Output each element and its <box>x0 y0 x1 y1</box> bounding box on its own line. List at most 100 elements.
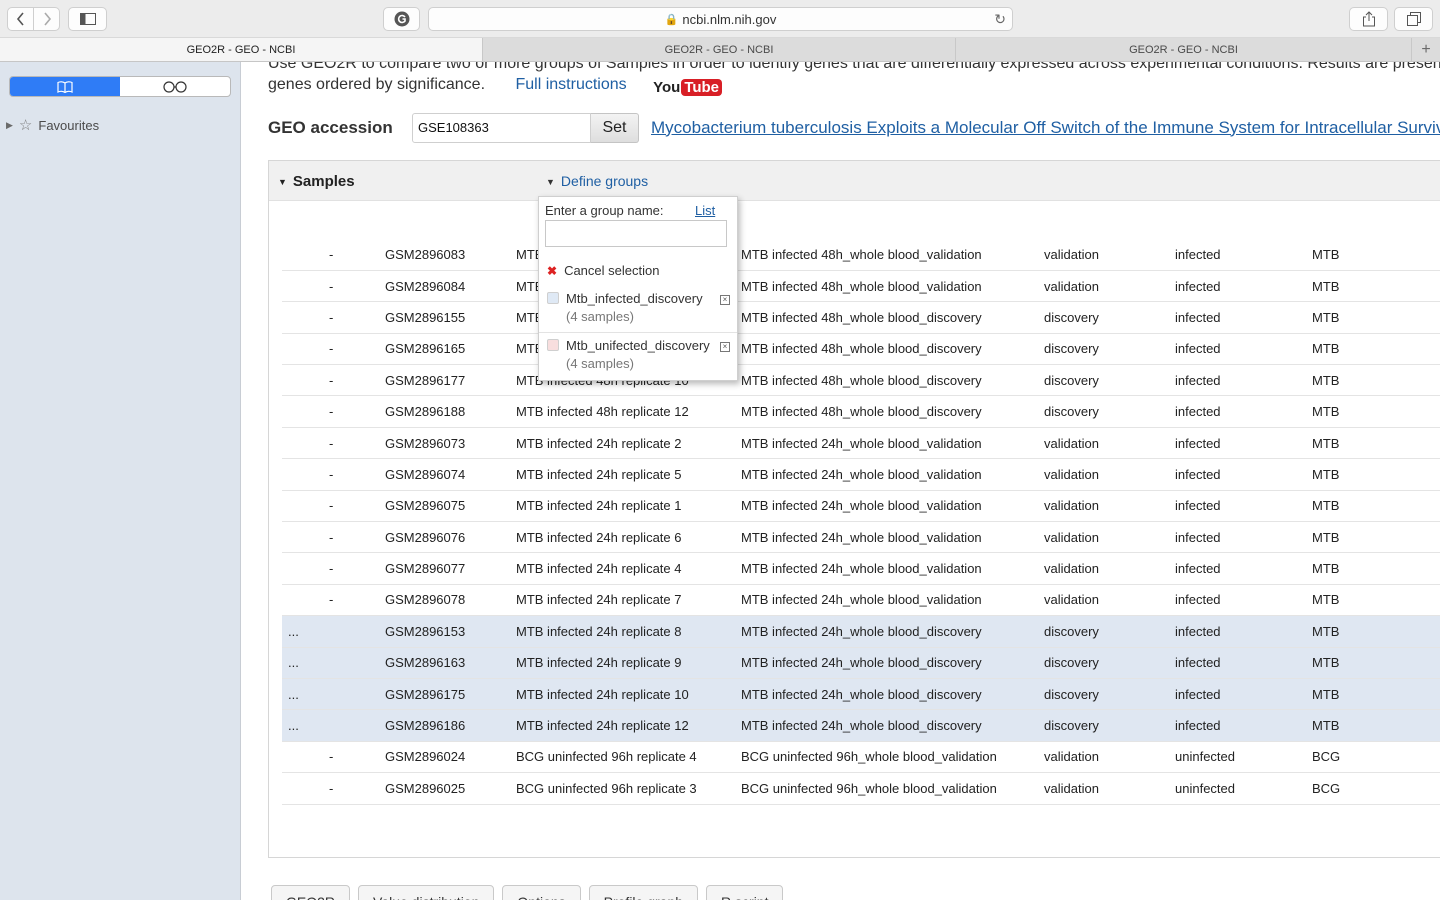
table-row[interactable]: ... GSM2896186 MTB infected 24h replicate … <box>282 709 1440 742</box>
delete-box-icon[interactable]: × <box>720 342 730 352</box>
sample-status: infected <box>1170 427 1307 460</box>
sample-set: validation <box>1039 239 1170 271</box>
sample-accession: GSM2896188 <box>380 395 511 428</box>
intro-text: Use GEO2R to compare two or more groups … <box>268 62 1440 98</box>
define-groups-toggle[interactable]: ▼ Define groups <box>546 173 648 189</box>
sample-status: infected <box>1170 458 1307 491</box>
sample-source: MTB infected 48h_whole blood_discovery <box>736 333 1039 366</box>
table-row[interactable]: -GSM2896083MTB infected 48h replicate 3M… <box>282 239 1440 271</box>
sample-accession: GSM2896075 <box>380 490 511 523</box>
sample-set: validation <box>1039 521 1170 554</box>
group-marker: - <box>282 333 380 366</box>
new-tab-button[interactable]: + <box>1412 38 1440 61</box>
tab-options[interactable]: Options <box>502 885 581 900</box>
table-row[interactable]: ... GSM2896153 MTB infected 24h replicate … <box>282 615 1440 648</box>
sample-status: infected <box>1170 584 1307 617</box>
share-button[interactable] <box>1349 7 1388 31</box>
group-item[interactable]: Mtb_infected_discovery (4 samples) × <box>539 287 737 333</box>
sample-agent: MTB <box>1307 521 1440 554</box>
table-row[interactable]: - GSM2896077 MTB infected 24h replicate 4M… <box>282 552 1440 585</box>
list-link[interactable]: List <box>695 203 715 218</box>
table-row[interactable]: - GSM2896078 MTB infected 24h replicate 7M… <box>282 584 1440 617</box>
sample-status: uninfected <box>1170 804 1307 805</box>
grammarly-icon <box>394 11 409 27</box>
chevron-left-icon <box>16 12 24 26</box>
table-row[interactable]: - GSM2896025 BCG uninfected 96h replicate … <box>282 772 1440 805</box>
tab-2[interactable]: GEO2R - GEO - NCBI <box>483 38 956 61</box>
sample-title: MTB infected 24h replicate 8 <box>511 615 736 648</box>
sample-status: infected <box>1170 490 1307 523</box>
bookmarks-tab[interactable] <box>10 77 120 96</box>
youtube-logo-icon[interactable]: You Tube <box>653 77 723 98</box>
table-row[interactable]: -GSM2896165MTB infected 48h replicate 9M… <box>282 333 1440 366</box>
sample-agent: MTB <box>1307 678 1440 711</box>
group-marker: - <box>282 270 380 303</box>
table-row[interactable]: - GSM2896076 MTB infected 24h replicate 6M… <box>282 521 1440 554</box>
reading-list-tab[interactable] <box>120 77 230 96</box>
set-button[interactable]: Set <box>591 112 639 143</box>
table-row[interactable]: ... GSM2896175 MTB infected 24h replicate … <box>282 678 1440 711</box>
geo-accession-input[interactable]: GSE108363 <box>412 112 591 143</box>
table-row[interactable]: ... GSM2896163 MTB infected 24h replicate … <box>282 647 1440 679</box>
group-item[interactable]: Mtb_unifected_discovery (4 samples) × <box>539 334 737 380</box>
sample-source: BCG uninfected 96h_whole blood_validatio… <box>736 772 1039 805</box>
table-row[interactable]: -GSM2896084MTB infected 48h replicate 5M… <box>282 270 1440 303</box>
sample-title: MTB infected 24h replicate 4 <box>511 552 736 585</box>
group-marker: - <box>282 301 380 334</box>
sample-source: MTB infected 24h_whole blood_validation <box>736 458 1039 491</box>
chevron-right-icon <box>43 12 51 26</box>
tab-profile-graph[interactable]: Profile graph <box>588 885 699 900</box>
tab-1[interactable]: GEO2R - GEO - NCBI <box>0 38 483 61</box>
tab-3[interactable]: GEO2R - GEO - NCBI <box>956 38 1412 61</box>
address-bar[interactable]: 🔒 ncbi.nlm.nih.gov ↻ <box>428 7 1013 31</box>
disclosure-triangle-icon[interactable]: ▶ <box>6 120 13 131</box>
sample-agent: MTB <box>1307 552 1440 585</box>
delete-box-icon[interactable]: × <box>720 295 730 305</box>
sample-agent: BCG <box>1307 741 1440 774</box>
tab-geo2r[interactable]: GEO2R <box>271 885 351 900</box>
table-row[interactable]: - GSM2896075 MTB infected 24h replicate 1M… <box>282 490 1440 523</box>
sample-source: MTB infected 48h_whole blood_validation <box>736 239 1039 271</box>
sample-accession: GSM2896175 <box>380 678 511 711</box>
tab-value-distribution[interactable]: Value distribution <box>358 885 495 900</box>
sample-source: MTB infected 24h_whole blood_discovery <box>736 615 1039 648</box>
sample-title: MTB infected 24h replicate 5 <box>511 458 736 491</box>
sample-source: MTB infected 24h_whole blood_validation <box>736 427 1039 460</box>
grammarly-extension-button[interactable] <box>383 7 420 31</box>
sample-status: uninfected <box>1170 772 1307 805</box>
sample-set: discovery <box>1039 615 1170 648</box>
samples-toggle[interactable]: ▼ Samples <box>278 173 355 190</box>
table-row[interactable]: - GSM2896074 MTB infected 24h replicate 5M… <box>282 458 1440 491</box>
table-row[interactable]: - GSM2896024 BCG uninfected 96h replicate … <box>282 741 1440 774</box>
sample-accession: GSM2896083 <box>380 239 511 271</box>
group-name-input[interactable] <box>545 220 727 247</box>
sample-set: validation <box>1039 270 1170 303</box>
table-row[interactable]: -GSM2896155MTB infected 48h replicate 8M… <box>282 301 1440 334</box>
group-name: Mtb_infected_discovery <box>566 291 703 306</box>
table-row[interactable]: - GSM2896188 MTB infected 48h replicate 12… <box>282 395 1440 428</box>
tab-overview-button[interactable] <box>1394 7 1433 31</box>
table-row[interactable]: -GSM2896026BCG uninfected 96h replicate … <box>282 804 1440 805</box>
book-icon <box>57 80 73 93</box>
series-title-link[interactable]: Mycobacterium tuberculosis Exploits a Mo… <box>651 118 1440 138</box>
tab-r-script[interactable]: R script <box>706 885 784 900</box>
forward-button[interactable] <box>33 7 60 31</box>
back-button[interactable] <box>7 7 34 31</box>
group-marker: - <box>282 395 380 428</box>
table-row[interactable]: -GSM2896177MTB infected 48h replicate 10… <box>282 364 1440 397</box>
samples-panel-header: ▼ Samples ▼ Define groups <box>269 161 1440 201</box>
group-marker: - <box>282 364 380 397</box>
lock-icon: 🔒 <box>664 13 679 26</box>
cancel-selection-button[interactable]: ✖ Cancel selection <box>547 263 659 278</box>
sample-accession: GSM2896024 <box>380 741 511 774</box>
sample-title: MTB infected 24h replicate 7 <box>511 584 736 617</box>
favourites-item[interactable]: ▶ ☆ Favourites <box>6 116 99 134</box>
sidebar-toggle-button[interactable] <box>68 7 107 31</box>
reload-icon[interactable]: ↻ <box>994 11 1006 28</box>
sample-accession: GSM2896155 <box>380 301 511 334</box>
full-instructions-link[interactable]: Full instructions <box>515 76 626 93</box>
group-count: (4 samples) <box>566 309 634 324</box>
table-row[interactable]: - GSM2896073 MTB infected 24h replicate 2M… <box>282 427 1440 460</box>
sample-set: validation <box>1039 490 1170 523</box>
sample-set: discovery <box>1039 301 1170 334</box>
